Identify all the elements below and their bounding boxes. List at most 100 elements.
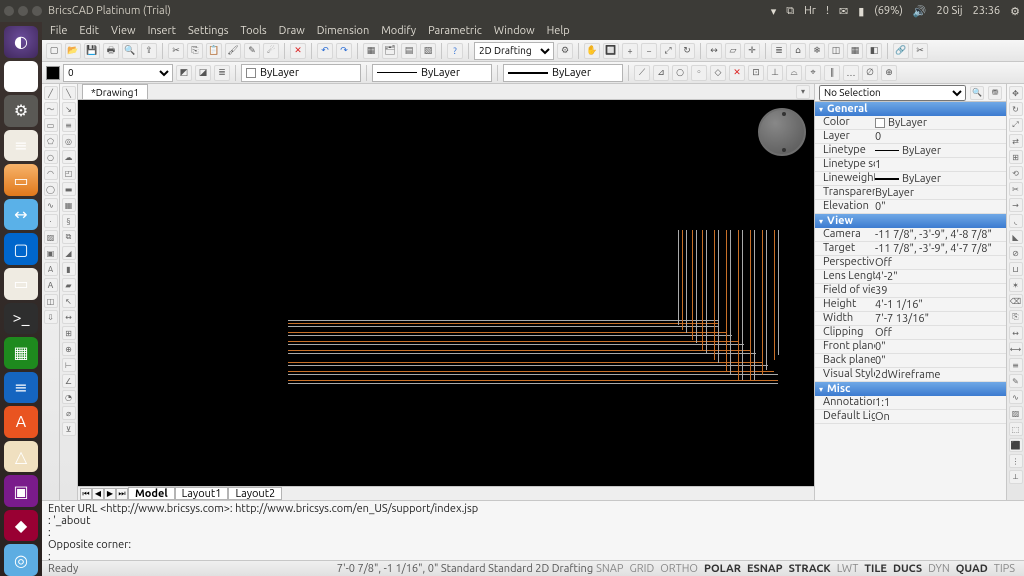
prop-clip-v[interactable]: Off — [875, 326, 1006, 339]
3dface-tool-icon[interactable]: ◢ — [62, 246, 76, 260]
menu-dimension[interactable]: Dimension — [317, 25, 369, 37]
launcher-teamviewer-icon[interactable]: ↔ — [4, 199, 38, 231]
drawing-canvas[interactable] — [78, 100, 814, 486]
tab-layout2[interactable]: Layout2 — [228, 487, 282, 500]
color-combo[interactable]: ByLayer — [241, 64, 361, 82]
spline-tool-icon[interactable]: ∿ — [44, 198, 58, 212]
menu-draw[interactable]: Draw — [279, 25, 305, 37]
new-icon[interactable]: ▢ — [46, 43, 62, 59]
pedit-icon[interactable]: ✎ — [1009, 374, 1023, 388]
prop-front-v[interactable]: 0" — [875, 340, 1006, 353]
attach-icon[interactable]: 🔗 — [893, 43, 909, 59]
snap-near-icon[interactable]: ⌖ — [805, 65, 821, 81]
text-tool-icon[interactable]: A — [44, 262, 58, 276]
scale-icon[interactable]: ⤢ — [1009, 118, 1023, 132]
hatch2-icon[interactable]: ▨ — [1009, 406, 1023, 420]
erase-icon[interactable]: ⌫ — [1009, 294, 1023, 308]
ordinate-tool-icon[interactable]: ⊢ — [62, 358, 76, 372]
prop-vstyle-v[interactable]: 2dWireframe — [875, 368, 1006, 381]
layerstate-icon[interactable]: ⌂ — [790, 43, 806, 59]
tolerance-tool-icon[interactable]: ⊞ — [62, 326, 76, 340]
measure-icon[interactable]: ⟂ — [1009, 470, 1023, 484]
insert-tool-icon[interactable]: ⇩ — [44, 310, 58, 324]
doc-tab-drawing1[interactable]: *Drawing1 — [82, 84, 148, 99]
offset-icon[interactable]: ⟲ — [1009, 166, 1023, 180]
wifi-icon[interactable]: ▾ — [771, 5, 777, 18]
brush-icon[interactable]: ✎ — [244, 43, 260, 59]
launcher-chrome-icon[interactable]: ◉ — [4, 61, 38, 93]
prop-color-v[interactable]: ByLayer — [875, 116, 1006, 129]
circle-tool-icon[interactable]: ○ — [44, 150, 58, 164]
block-icon[interactable]: ◧ — [866, 43, 882, 59]
chamfer-icon[interactable]: ◣ — [1009, 230, 1023, 244]
snap-toggle-icon[interactable]: ⊕ — [881, 65, 897, 81]
group-icon[interactable]: ⬚ — [1009, 422, 1023, 436]
zoom-ext-icon[interactable]: ⤢ — [660, 43, 676, 59]
extend-icon[interactable]: → — [1009, 198, 1023, 212]
layer-prev-icon[interactable]: ◪ — [195, 65, 211, 81]
status-grid[interactable]: GRID — [630, 563, 655, 575]
workspace-combo[interactable]: 2D Drafting — [474, 42, 554, 60]
mail-icon[interactable]: ✉ — [839, 5, 848, 18]
xline-tool-icon[interactable]: ╲ — [62, 86, 76, 100]
select-icon[interactable]: ☄ — [263, 43, 279, 59]
min-window-icon[interactable] — [18, 6, 28, 16]
tabs-next-icon[interactable]: ▶ — [104, 488, 116, 500]
array-icon[interactable]: ⊞ — [1009, 150, 1023, 164]
launcher-app-icon[interactable]: ▣ — [4, 475, 38, 507]
block-tool-icon[interactable]: ◫ — [44, 294, 58, 308]
dist-icon[interactable]: ↔ — [706, 43, 722, 59]
prop-anno-v[interactable]: 1:1 — [875, 396, 1006, 409]
lookfrom-widget[interactable] — [758, 108, 806, 156]
poly-tool-icon[interactable]: ⬠ — [44, 134, 58, 148]
status-ortho[interactable]: ORTHO — [660, 563, 698, 575]
explode-icon[interactable]: ✶ — [1009, 278, 1023, 292]
dim-tool-icon[interactable]: ↔ — [62, 310, 76, 324]
prop-transp-v[interactable]: ByLayer — [875, 186, 1006, 199]
prop-target-v[interactable]: -11 7/8", -3'-9", 4'-7 7/8" — [875, 242, 1006, 255]
snap-quad-icon[interactable]: ◇ — [710, 65, 726, 81]
prop-lweight-v[interactable]: ByLayer — [875, 172, 1006, 185]
launcher-settings-icon[interactable]: ⚙ — [4, 95, 38, 127]
fillet-icon[interactable]: ◟ — [1009, 214, 1023, 228]
close-window-icon[interactable] — [4, 6, 14, 16]
ungroup-icon[interactable]: ⬛ — [1009, 438, 1023, 452]
prop-light-v[interactable]: On — [875, 410, 1006, 423]
stretch-icon[interactable]: ↔ — [1009, 326, 1023, 340]
notification-icon[interactable]: ! — [826, 5, 829, 17]
menu-file[interactable]: File — [50, 25, 67, 37]
workspace-gear-icon[interactable]: ⚙ — [557, 43, 573, 59]
zoom-window-icon[interactable]: 🔲 — [603, 43, 619, 59]
prop-layer-v[interactable]: 0 — [875, 130, 1006, 143]
prop-persp-v[interactable]: Off — [875, 256, 1006, 269]
volume-icon[interactable]: 🔊 — [913, 5, 927, 18]
align-icon[interactable]: ≡ — [1009, 358, 1023, 372]
move-icon[interactable]: ✥ — [1009, 86, 1023, 100]
prop-linetype-v[interactable]: ByLayer — [875, 144, 1006, 157]
prop-camera-v[interactable]: -11 7/8", -3'-9", 4'-8 7/8" — [875, 228, 1006, 241]
status-esnap[interactable]: ESNAP — [747, 563, 783, 575]
snap-mid-icon[interactable]: ⊿ — [653, 65, 669, 81]
snap-none-icon[interactable]: ∅ — [862, 65, 878, 81]
undo-icon[interactable]: ↶ — [317, 43, 333, 59]
launcher-writer-icon[interactable]: ≡ — [4, 372, 38, 404]
tab-model[interactable]: Model — [128, 487, 175, 500]
snap-tan-icon[interactable]: ⌓ — [786, 65, 802, 81]
prop-height-v[interactable]: 4'-1 1/16" — [875, 298, 1006, 311]
status-polar[interactable]: POLAR — [704, 563, 741, 575]
prop-fov-v[interactable]: 39 — [875, 284, 1006, 297]
layer-iso-icon[interactable]: ◩ — [176, 65, 192, 81]
tabs-dropdown-icon[interactable]: ▾ — [796, 85, 810, 99]
linetype-combo[interactable]: ByLayer — [372, 64, 492, 82]
help-icon[interactable]: ? — [447, 43, 463, 59]
freeze-icon[interactable]: ❄ — [809, 43, 825, 59]
cut-icon[interactable]: ✂ — [168, 43, 184, 59]
delete-icon[interactable]: ✕ — [290, 43, 306, 59]
section-misc[interactable]: ▾Misc — [815, 382, 1006, 396]
clock-time[interactable]: 23:36 — [973, 5, 1001, 17]
break-icon[interactable]: ⊘ — [1009, 246, 1023, 260]
3dpoly-tool-icon[interactable]: ⧉ — [62, 230, 76, 244]
revcloud-tool-icon[interactable]: ☁ — [62, 150, 76, 164]
prop-elev-v[interactable]: 0" — [875, 200, 1006, 213]
keyboard-layout-indicator[interactable]: Hr — [804, 5, 816, 17]
